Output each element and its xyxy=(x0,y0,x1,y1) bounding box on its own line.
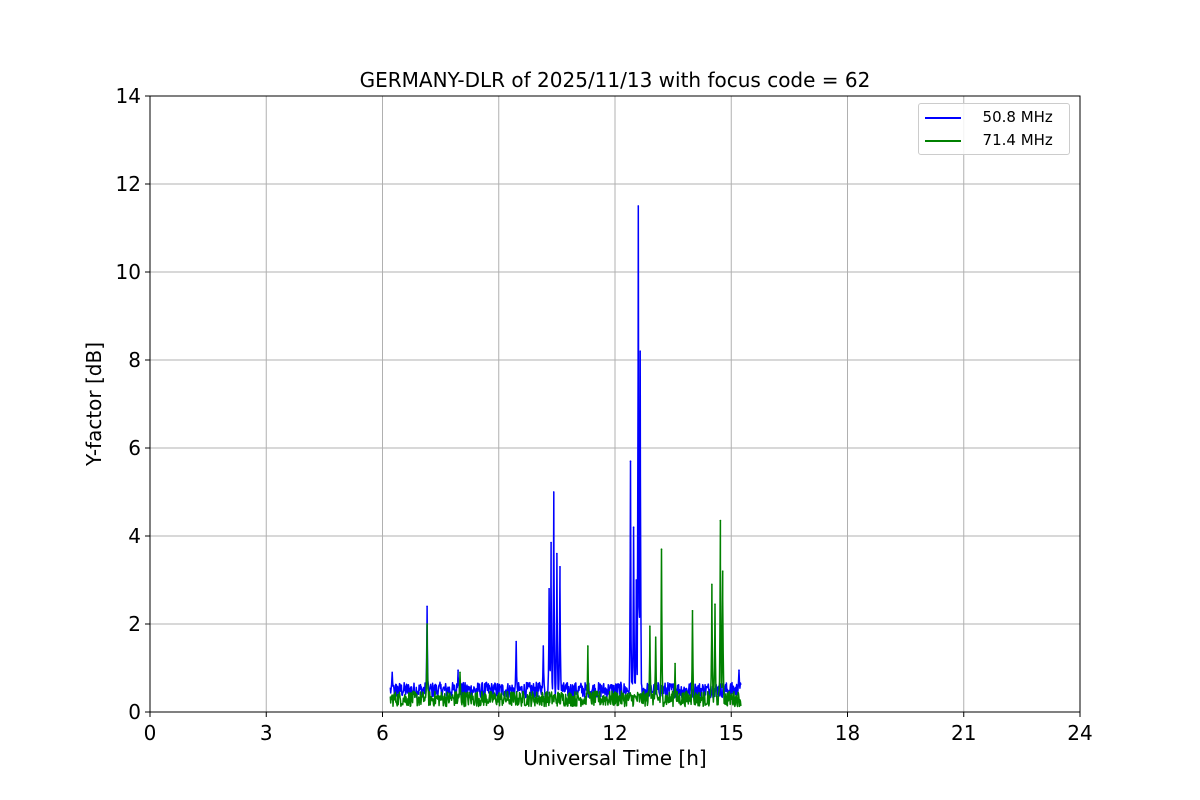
x-tick-label: 12 xyxy=(602,721,627,745)
x-tick-label: 24 xyxy=(1067,721,1092,745)
series-2-peak-point xyxy=(711,583,713,586)
series-2-peak-point xyxy=(674,662,676,665)
chart-title: GERMANY-DLR of 2025/11/13 with focus cod… xyxy=(359,68,871,92)
y-tick-label: 2 xyxy=(128,612,141,636)
y-tick-label: 12 xyxy=(116,172,141,196)
series-1-peak-point xyxy=(457,669,459,671)
series-line-2 xyxy=(389,519,742,708)
legend-swatch-series-2 xyxy=(925,140,961,142)
y-tick-label: 4 xyxy=(128,524,141,548)
series-2-peak-point xyxy=(649,625,651,627)
series-2-peak-point xyxy=(719,519,722,522)
series-2-peak-point xyxy=(691,610,694,612)
series-1-peak-point xyxy=(556,552,558,555)
x-tick-label: 0 xyxy=(144,721,157,745)
legend-item-series-1: 50.8 MHz xyxy=(919,107,1069,129)
series-1-peak-point xyxy=(639,350,641,353)
series-2-peak-point xyxy=(721,570,724,572)
series-1-peak-point xyxy=(635,579,638,581)
series-1-peak-point xyxy=(548,588,550,590)
series-1-peak-point xyxy=(559,566,561,568)
legend-item-series-2: 71.4 MHz xyxy=(919,130,1069,152)
series-1-peak-point xyxy=(637,205,640,207)
legend-label-series-2: 71.4 MHz xyxy=(973,131,1053,149)
series-1-peak-point xyxy=(542,645,545,647)
series-1-peak-point xyxy=(550,541,552,544)
legend-swatch-series-1 xyxy=(925,117,961,119)
series-1-peak-point xyxy=(391,671,393,674)
series-2-peak-point xyxy=(426,623,428,625)
series-2-peak-point xyxy=(459,671,461,674)
series-1-peak-point xyxy=(738,669,740,671)
x-tick-label: 6 xyxy=(376,721,389,745)
x-tick-label: 15 xyxy=(719,721,744,745)
x-axis-label: Universal Time [h] xyxy=(523,746,707,770)
chart-root: 0 3 6 9 12 15 18 21 24 0 2 4 6 8 10 12 14 GERMANY-DLR of… xyxy=(0,0,1200,800)
legend: 50.8 MHz 71.4 MHz xyxy=(918,103,1070,155)
series-2-peak-point xyxy=(654,636,657,638)
x-tick-label: 18 xyxy=(835,721,860,745)
x-tick-label: 3 xyxy=(260,721,273,745)
x-tick-label: 9 xyxy=(492,721,505,745)
series-1-peak-point xyxy=(515,640,517,643)
y-tick-label: 0 xyxy=(128,700,141,724)
series-2-peak-point xyxy=(660,548,663,550)
series-1-peak-point xyxy=(552,491,555,493)
y-tick-label: 10 xyxy=(116,260,141,284)
y-tick-label: 14 xyxy=(116,84,141,108)
series-2-peak-point xyxy=(714,603,716,605)
y-tick-label: 6 xyxy=(128,436,141,460)
series-2-peak-point xyxy=(587,645,589,647)
legend-label-series-1: 50.8 MHz xyxy=(973,108,1053,126)
series-1-peak-point xyxy=(426,605,428,608)
series-1-peak-point xyxy=(629,460,632,463)
y-axis-label: Y-factor [dB] xyxy=(82,341,106,467)
x-tick-label: 21 xyxy=(951,721,976,745)
y-tick-label: 8 xyxy=(128,348,141,372)
series-1-peak-point xyxy=(632,526,635,528)
